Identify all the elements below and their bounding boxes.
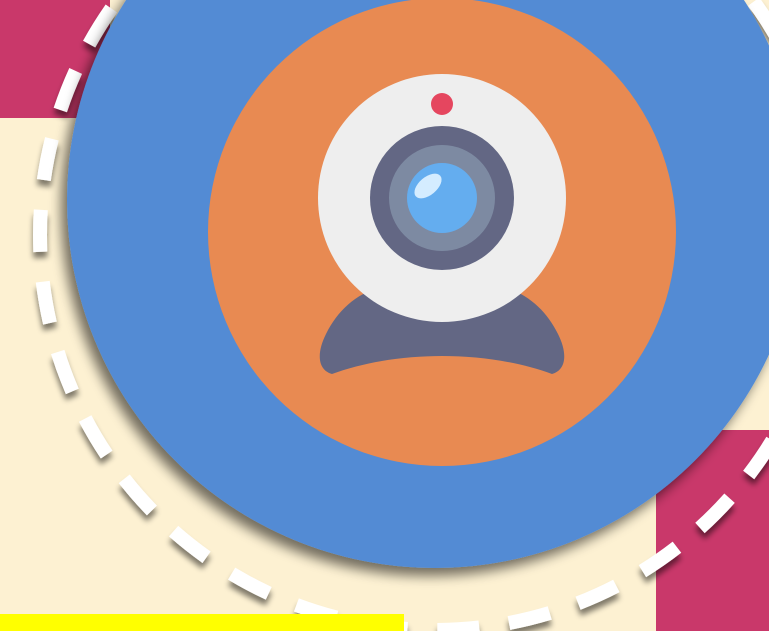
webcam-artwork [0,0,769,631]
webcam-illustration [0,0,769,631]
indicator-light [431,93,453,115]
lens-glass [407,163,477,233]
yellow-highlight-bar [0,614,404,631]
